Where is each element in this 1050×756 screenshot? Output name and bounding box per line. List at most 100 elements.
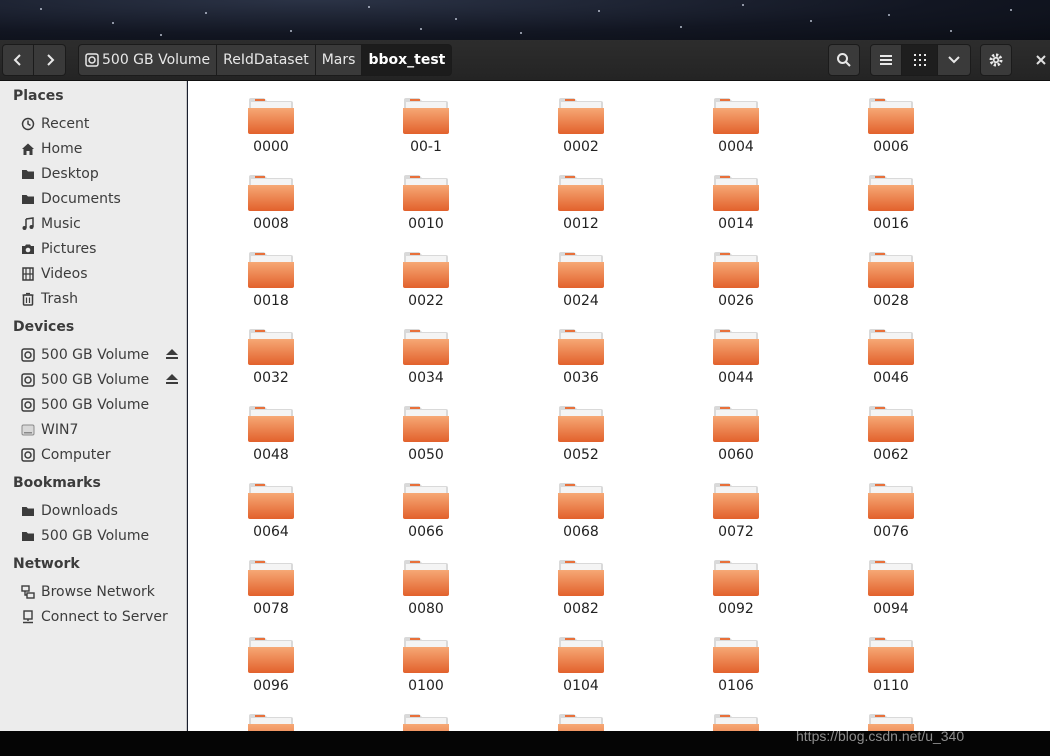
folder-label: 0010: [408, 216, 444, 232]
folder-item[interactable]: 0094: [836, 558, 946, 630]
drive-icon: [85, 53, 99, 67]
folder-item[interactable]: 0066: [371, 481, 481, 553]
folder-item[interactable]: 0004: [681, 96, 791, 168]
folder-label: 0032: [253, 370, 289, 386]
folder-item[interactable]: 0032: [216, 327, 326, 399]
folder-item[interactable]: 0110: [836, 635, 946, 707]
close-button[interactable]: [1030, 44, 1050, 76]
folder-item[interactable]: 0006: [836, 96, 946, 168]
network-icon: [20, 584, 36, 600]
trash-icon: [20, 291, 36, 307]
sidebar-item-videos[interactable]: Videos: [20, 263, 182, 285]
settings-button[interactable]: [980, 44, 1012, 76]
folder-item[interactable]: 0062: [836, 404, 946, 476]
folder-item[interactable]: 0076: [836, 481, 946, 553]
drive-icon: [20, 372, 36, 388]
desktop-background: [0, 0, 1050, 40]
bookmarks-header: Bookmarks: [13, 475, 101, 491]
crumb-reiddataset[interactable]: ReIdDataset: [217, 44, 316, 76]
search-button[interactable]: [828, 44, 860, 76]
folder-item[interactable]: 0026: [681, 250, 791, 322]
folder-item[interactable]: 0044: [681, 327, 791, 399]
list-view-button[interactable]: [870, 44, 902, 76]
folder-item[interactable]: 0060: [681, 404, 791, 476]
folder-item[interactable]: 0080: [371, 558, 481, 630]
sidebar-item-label: 500 GB Volume: [41, 347, 150, 363]
folder-item[interactable]: 0018: [216, 250, 326, 322]
sidebar-item-pictures[interactable]: Pictures: [20, 238, 182, 260]
folder-item[interactable]: 00-1: [371, 96, 481, 168]
folder-label: 0106: [718, 678, 754, 694]
folder-item[interactable]: 0064: [216, 481, 326, 553]
folder-item[interactable]: 0010: [371, 173, 481, 245]
sidebar-item-documents[interactable]: Documents: [20, 188, 182, 210]
folder-label: 0036: [563, 370, 599, 386]
folder-icon: [248, 175, 294, 211]
folder-item-partial[interactable]: [526, 712, 636, 731]
disk-icon: [20, 422, 36, 438]
eject-icon[interactable]: [165, 347, 179, 365]
sidebar-item-trash[interactable]: Trash: [20, 288, 182, 310]
folder-item[interactable]: 0068: [526, 481, 636, 553]
folder-item[interactable]: 0024: [526, 250, 636, 322]
folder-icon: [558, 98, 604, 134]
folder-item[interactable]: 0022: [371, 250, 481, 322]
folder-label: 0060: [718, 447, 754, 463]
folder-label: 0100: [408, 678, 444, 694]
sidebar-item-computer[interactable]: Computer: [20, 444, 182, 466]
folder-item[interactable]: 0046: [836, 327, 946, 399]
folder-item[interactable]: 0014: [681, 173, 791, 245]
folder-item[interactable]: 0028: [836, 250, 946, 322]
sidebar-item-connect-server[interactable]: Connect to Server: [20, 606, 182, 628]
sidebar-item-music[interactable]: Music: [20, 213, 182, 235]
folder-item-partial[interactable]: [371, 712, 481, 731]
sidebar-item-bookmark-volume[interactable]: 500 GB Volume: [20, 525, 182, 547]
places-header: Places: [13, 88, 64, 104]
folder-item[interactable]: 0012: [526, 173, 636, 245]
sidebar-item-label: WIN7: [41, 422, 79, 438]
back-button[interactable]: [2, 44, 34, 76]
sidebar-item-desktop[interactable]: Desktop: [20, 163, 182, 185]
folder-item[interactable]: 0050: [371, 404, 481, 476]
clock-icon: [20, 116, 36, 132]
folder-icon: [558, 175, 604, 211]
folder-item-partial[interactable]: [216, 712, 326, 731]
folder-item[interactable]: 0100: [371, 635, 481, 707]
devices-header: Devices: [13, 319, 75, 335]
forward-button[interactable]: [34, 44, 66, 76]
folder-icon: [868, 175, 914, 211]
sidebar-item-win7[interactable]: WIN7: [20, 419, 182, 441]
folder-item[interactable]: 0036: [526, 327, 636, 399]
folder-item[interactable]: 0104: [526, 635, 636, 707]
view-options-button[interactable]: [938, 44, 971, 76]
folder-item[interactable]: 0072: [681, 481, 791, 553]
folder-item[interactable]: 0078: [216, 558, 326, 630]
crumb-bbox-test[interactable]: bbox_test: [362, 44, 453, 76]
folder-label: 0008: [253, 216, 289, 232]
folder-item[interactable]: 0052: [526, 404, 636, 476]
sidebar-item-volume-2[interactable]: 500 GB Volume: [20, 369, 182, 391]
folder-item[interactable]: 0106: [681, 635, 791, 707]
grid-view-button[interactable]: [902, 44, 938, 76]
folder-item-partial[interactable]: [681, 712, 791, 731]
folder-item[interactable]: 0082: [526, 558, 636, 630]
sidebar-item-downloads[interactable]: Downloads: [20, 500, 182, 522]
sidebar-item-recent[interactable]: Recent: [20, 113, 182, 135]
folder-icon: [868, 98, 914, 134]
folder-item[interactable]: 0096: [216, 635, 326, 707]
folder-item[interactable]: 0092: [681, 558, 791, 630]
sidebar-item-home[interactable]: Home: [20, 138, 182, 160]
folder-item[interactable]: 0000: [216, 96, 326, 168]
sidebar-item-browse-network[interactable]: Browse Network: [20, 581, 182, 603]
crumb-volume[interactable]: 500 GB Volume: [78, 44, 218, 76]
folder-item[interactable]: 0034: [371, 327, 481, 399]
folder-item[interactable]: 0048: [216, 404, 326, 476]
crumb-mars[interactable]: Mars: [315, 44, 363, 76]
folder-item[interactable]: 0016: [836, 173, 946, 245]
sidebar-item-volume-3[interactable]: 500 GB Volume: [20, 394, 182, 416]
eject-icon[interactable]: [165, 372, 179, 390]
folder-label: 0012: [563, 216, 599, 232]
sidebar-item-volume-1[interactable]: 500 GB Volume: [20, 344, 182, 366]
folder-item[interactable]: 0008: [216, 173, 326, 245]
folder-item[interactable]: 0002: [526, 96, 636, 168]
